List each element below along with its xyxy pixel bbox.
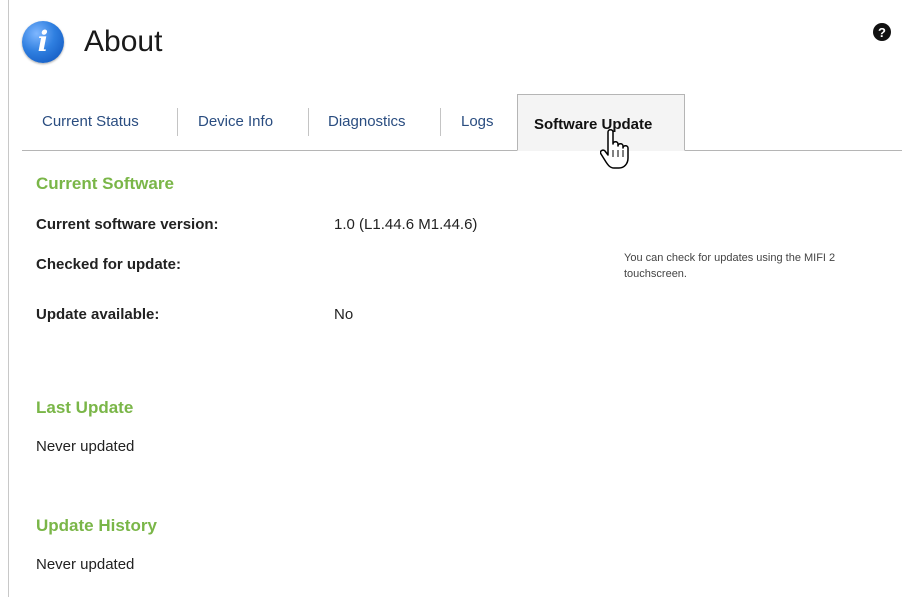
frame-border	[8, 0, 9, 597]
hand-cursor-icon	[600, 129, 629, 169]
update-history-text: Never updated	[36, 556, 135, 573]
page-header: i About	[22, 18, 162, 66]
tab-separator	[177, 108, 178, 136]
last-update-text: Never updated	[36, 438, 135, 455]
tab-software-update-label: Software Update	[534, 116, 653, 133]
tab-bar-divider	[22, 150, 902, 151]
tab-separator	[440, 108, 441, 136]
page-title: About	[84, 25, 163, 58]
info-circle-icon: i	[22, 21, 64, 63]
tab-separator	[308, 108, 309, 136]
section-title-current-software: Current Software	[36, 174, 174, 193]
tab-bar: Current Status Device Info Diagnostics L…	[22, 94, 902, 151]
update-available-label: Update available:	[36, 306, 160, 323]
tab-device-info[interactable]: Device Info	[198, 113, 273, 130]
update-available-value: No	[334, 306, 354, 323]
tab-diagnostics[interactable]: Diagnostics	[328, 113, 406, 130]
tab-logs[interactable]: Logs	[461, 113, 494, 130]
tab-current-status[interactable]: Current Status	[42, 113, 139, 130]
section-title-update-history: Update History	[36, 516, 157, 535]
section-title-last-update: Last Update	[36, 398, 134, 417]
software-version-label: Current software version:	[36, 216, 219, 233]
checked-for-update-label: Checked for update:	[36, 256, 182, 273]
help-icon[interactable]: ?	[873, 23, 891, 41]
update-note: You can check for updates using the MIFI…	[624, 252, 836, 280]
software-version-value: 1.0 (L1.44.6 M1.44.6)	[334, 216, 478, 233]
